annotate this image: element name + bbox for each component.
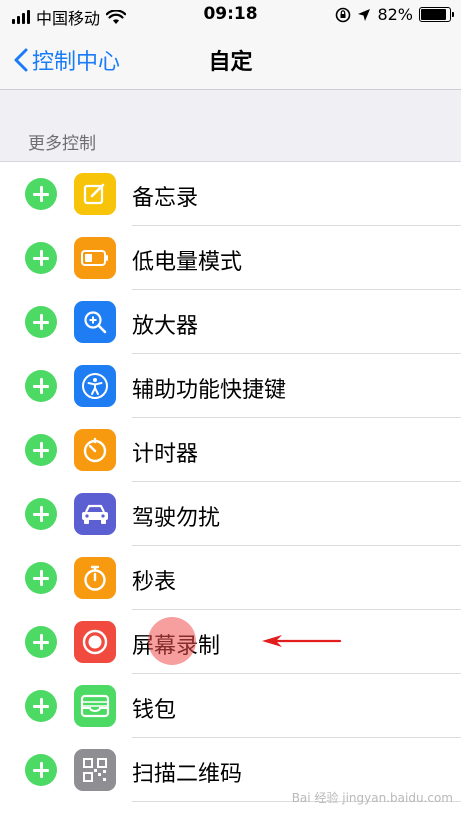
add-button[interactable] [25, 754, 57, 786]
back-button[interactable]: 控制中心 [14, 44, 120, 76]
list-item-timer[interactable]: 计时器 [0, 418, 461, 482]
list-item-label: 秒表 [132, 570, 177, 595]
wallet-icon [74, 685, 116, 727]
list-item-label: 备忘录 [132, 186, 199, 211]
list-item-screen-recording[interactable]: 屏幕录制 [0, 610, 461, 674]
navigation-bar: 控制中心 自定 [0, 30, 461, 90]
location-icon [358, 8, 371, 21]
add-button[interactable] [25, 498, 57, 530]
orientation-lock-icon [336, 7, 351, 22]
car-icon [74, 493, 116, 535]
list-item-label: 扫描二维码 [132, 762, 243, 787]
back-button-label: 控制中心 [32, 50, 121, 75]
battery-percent: 82% [377, 5, 413, 24]
list-item-label: 屏幕录制 [132, 634, 221, 659]
add-button[interactable] [25, 242, 57, 274]
status-bar: 中国移动 09:18 82% [0, 0, 461, 30]
battery-icon [419, 7, 454, 22]
list-item-low-power[interactable]: 低电量模式 [0, 226, 461, 290]
qr-code-icon [74, 749, 116, 791]
accessibility-icon [74, 365, 116, 407]
timer-icon [74, 429, 116, 471]
section-header: 更多控制 [28, 134, 96, 154]
battery-icon [74, 237, 116, 279]
list-item-wallet[interactable]: 钱包 [0, 674, 461, 738]
chevron-left-icon [14, 48, 28, 72]
add-button[interactable] [25, 178, 57, 210]
add-button[interactable] [25, 370, 57, 402]
add-button[interactable] [25, 306, 57, 338]
add-button[interactable] [25, 562, 57, 594]
add-button[interactable] [25, 626, 57, 658]
list-item-label: 放大器 [132, 314, 199, 339]
notes-icon [74, 173, 116, 215]
more-controls-list: 备忘录 低电量模式 放大器 辅助功能快捷键 计时器 驾驶勿扰 秒表 屏幕录制 钱… [0, 161, 461, 813]
list-item-do-not-disturb-driving[interactable]: 驾驶勿扰 [0, 482, 461, 546]
status-right: 82% [335, 5, 454, 24]
list-item-label: 计时器 [132, 442, 199, 467]
list-item-label: 辅助功能快捷键 [132, 378, 287, 403]
list-item-magnifier[interactable]: 放大器 [0, 290, 461, 354]
watermark: Bai 经验 jingyan.baidu.com [291, 791, 453, 805]
list-item-accessibility-shortcut[interactable]: 辅助功能快捷键 [0, 354, 461, 418]
list-item-notes[interactable]: 备忘录 [0, 162, 461, 226]
list-item-label: 低电量模式 [132, 250, 243, 275]
magnifier-icon [74, 301, 116, 343]
add-button[interactable] [25, 434, 57, 466]
screen-record-icon [74, 621, 116, 663]
list-item-label: 驾驶勿扰 [132, 506, 221, 531]
list-item-stopwatch[interactable]: 秒表 [0, 546, 461, 610]
stopwatch-icon [74, 557, 116, 599]
add-button[interactable] [25, 690, 57, 722]
list-item-label: 钱包 [132, 698, 177, 723]
